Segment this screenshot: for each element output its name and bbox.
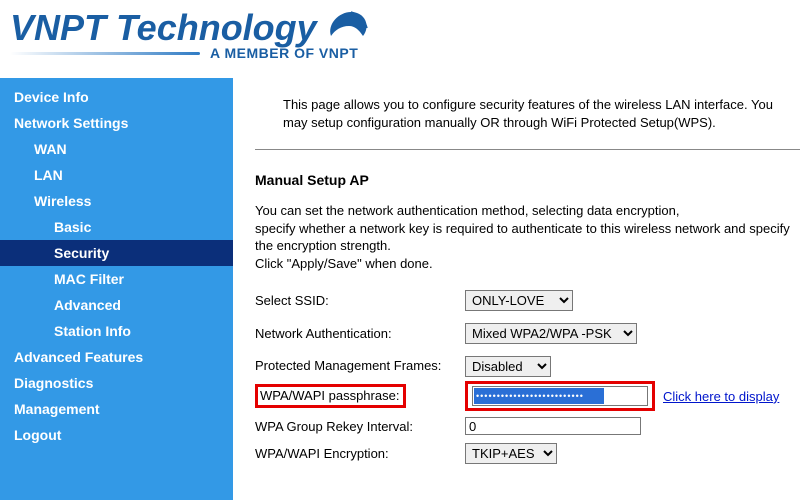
passphrase-highlight: •••••••••••••••••••••••••• <box>465 381 655 411</box>
divider <box>255 149 800 150</box>
sidebar-item-wan[interactable]: WAN <box>0 136 233 162</box>
pmf-label: Protected Management Frames: <box>255 359 465 374</box>
rekey-label: WPA Group Rekey Interval: <box>255 419 465 434</box>
sidebar-item-security[interactable]: Security <box>0 240 233 266</box>
pmf-select[interactable]: Disabled <box>465 356 551 377</box>
sidebar-item-lan[interactable]: LAN <box>0 162 233 188</box>
sidebar-item-station-info[interactable]: Station Info <box>0 318 233 344</box>
encryption-label: WPA/WAPI Encryption: <box>255 446 465 461</box>
sidebar-item-management[interactable]: Management <box>0 396 233 422</box>
ssid-label: Select SSID: <box>255 293 465 308</box>
passphrase-mask: •••••••••••••••••••••••••• <box>474 388 604 404</box>
sidebar-item-logout[interactable]: Logout <box>0 422 233 448</box>
page-intro: This page allows you to configure securi… <box>255 96 800 131</box>
encryption-select[interactable]: TKIP+AES <box>465 443 557 464</box>
sidebar: Device Info Network Settings WAN LAN Wir… <box>0 78 233 500</box>
sidebar-item-network-settings[interactable]: Network Settings <box>0 110 233 136</box>
rekey-input[interactable] <box>465 417 641 435</box>
auth-label: Network Authentication: <box>255 326 465 341</box>
auth-select[interactable]: Mixed WPA2/WPA -PSK <box>465 323 637 344</box>
ssid-select[interactable]: ONLY-LOVE <box>465 290 573 311</box>
sidebar-item-advanced[interactable]: Advanced <box>0 292 233 318</box>
passphrase-label: WPA/WAPI passphrase: <box>255 384 406 408</box>
sidebar-item-device-info[interactable]: Device Info <box>0 84 233 110</box>
brand-underline <box>10 52 200 55</box>
passphrase-input[interactable]: •••••••••••••••••••••••••• <box>472 386 648 406</box>
brand-subtitle: A MEMBER OF VNPT <box>210 45 358 61</box>
section-description: You can set the network authentication m… <box>255 202 800 272</box>
main-content: This page allows you to configure securi… <box>233 78 800 500</box>
brand-logo-icon <box>325 6 373 49</box>
sidebar-item-diagnostics[interactable]: Diagnostics <box>0 370 233 396</box>
sidebar-item-basic[interactable]: Basic <box>0 214 233 240</box>
passphrase-label-cell: WPA/WAPI passphrase: <box>255 384 465 408</box>
sidebar-item-advanced-features[interactable]: Advanced Features <box>0 344 233 370</box>
section-title: Manual Setup AP <box>255 172 800 188</box>
display-passphrase-link[interactable]: Click here to display <box>663 389 779 404</box>
sidebar-item-wireless[interactable]: Wireless <box>0 188 233 214</box>
sidebar-item-mac-filter[interactable]: MAC Filter <box>0 266 233 292</box>
brand-name: VNPT Technology <box>10 7 317 49</box>
header: VNPT Technology A MEMBER OF VNPT <box>0 0 800 78</box>
